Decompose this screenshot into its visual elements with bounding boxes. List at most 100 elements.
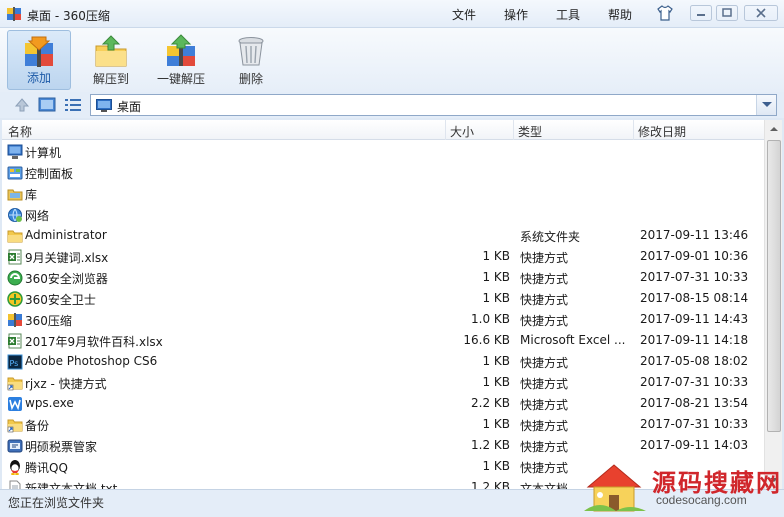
file-date: 2017-08-15 08:14 [640,291,749,305]
file-date: 2017-07-31 10:33 [640,417,749,431]
column-type[interactable]: 类型 [518,123,542,140]
table-row[interactable]: 2017年9月软件百科.xlsx 16.6 KB Microsoft Excel .… [2,330,764,351]
table-row[interactable]: 计算机 [2,141,764,162]
delete-label: 删除 [238,72,263,86]
browser-icon [7,270,23,286]
file-name: 9月关键词.xlsx [25,251,109,265]
title-bar: 桌面 - 360压缩 文件 操作 工具 帮助 [0,0,784,28]
file-type: 快捷方式 [520,293,569,307]
file-size: 1 KB [482,417,510,431]
file-name: 新建文本文档.txt [25,482,118,489]
column-name[interactable]: 名称 [8,123,32,140]
menu-file[interactable]: 文件 [452,6,476,23]
table-row[interactable]: 明硕税票管家 1.2 KB 快捷方式 2017-09-11 14:03 [2,435,764,456]
menu-tools[interactable]: 工具 [556,6,580,23]
trash-icon [238,37,264,66]
maximize-button[interactable] [716,5,738,21]
file-size: 1 KB [482,249,510,263]
file-name: 2017年9月软件百科.xlsx [25,335,163,349]
extract-to-button[interactable]: 解压到 [79,30,143,90]
file-date: 2017-09-11 14:18 [640,333,749,347]
table-row[interactable]: 库 [2,183,764,204]
network-icon [8,208,22,222]
column-size[interactable]: 大小 [450,123,474,140]
file-size: 1 KB [482,270,510,284]
chevron-down-icon [762,102,772,107]
table-row[interactable]: Administrator 系统文件夹 2017-09-11 13:46 [2,225,764,246]
table-row[interactable]: 网络 [2,204,764,225]
column-divider[interactable] [633,120,634,140]
table-row[interactable]: rjxz - 快捷方式 1 KB 快捷方式 2017-07-31 10:33 [2,372,764,393]
file-list: 名称 大小 类型 修改日期 计算机控制面板库网络 Administrator 系统文… [2,120,782,489]
add-archive-icon [25,36,53,67]
column-divider[interactable] [445,120,446,140]
file-name: 库 [25,188,38,202]
table-row[interactable]: 360安全卫士 1 KB 快捷方式 2017-08-15 08:14 [2,288,764,309]
file-type: 快捷方式 [520,272,569,286]
file-name: 360压缩 [25,314,72,328]
file-name: Administrator [25,228,107,242]
library-icon [7,189,23,201]
table-row[interactable]: 备份 1 KB 快捷方式 2017-07-31 10:33 [2,414,764,435]
security-guard-icon [7,291,23,307]
add-button[interactable]: 添加 [7,30,71,90]
skin-shirt-icon[interactable] [656,5,674,21]
menu-help[interactable]: 帮助 [608,6,632,23]
file-size: 2.2 KB [471,396,510,410]
table-row[interactable]: 360安全浏览器 1 KB 快捷方式 2017-07-31 10:33 [2,267,764,288]
file-size: 1 KB [482,291,510,305]
minimize-button[interactable] [690,5,712,21]
window-title: 桌面 - 360压缩 [27,9,110,23]
file-type: 快捷方式 [520,356,569,370]
file-date: 2017-07-31 10:33 [640,375,749,389]
file-date: 2017-05-08 18:02 [640,354,749,368]
archive-app-icon [8,313,22,327]
address-bar[interactable]: 桌面 [90,94,777,116]
folder-icon [7,230,23,243]
archive-app-icon [7,7,21,21]
address-path: 桌面 [117,100,142,114]
file-name: Adobe Photoshop CS6 [25,354,158,368]
table-row[interactable]: Ps Adobe Photoshop CS6 1 KB 快捷方式 2017-05-08 … [2,351,764,372]
list-view-icon[interactable] [64,97,82,113]
vertical-scrollbar[interactable] [764,120,782,489]
address-dropdown-button[interactable] [756,95,776,115]
scroll-up-button[interactable] [766,121,782,138]
one-click-extract-icon [167,34,195,66]
table-row[interactable]: 9月关键词.xlsx 1 KB 快捷方式 2017-09-01 10:36 [2,246,764,267]
excel-icon [8,249,22,265]
menu-operate[interactable]: 操作 [504,6,528,23]
file-type: Microsoft Excel ... [520,333,626,347]
toolbar: 添加 解压到 一键解压 删除 [0,28,784,92]
scroll-thumb[interactable] [767,140,781,432]
tax-app-icon [7,439,23,453]
file-name: 计算机 [25,146,62,160]
file-name: 明硕税票管家 [25,440,98,454]
file-size: 1.2 KB [471,480,510,489]
navigation-bar: 桌面 [0,92,784,118]
column-date[interactable]: 修改日期 [638,123,686,140]
table-row[interactable]: wps.exe 2.2 KB 快捷方式 2017-08-21 13:54 [2,393,764,414]
large-icon-view-icon[interactable] [38,97,56,113]
file-type: 快捷方式 [520,314,569,328]
up-arrow-icon[interactable] [14,97,30,113]
file-date: 2017-09-01 10:36 [640,249,749,263]
one-click-extract-button[interactable]: 一键解压 [149,30,213,90]
close-button[interactable] [744,5,778,21]
add-label: 添加 [26,71,51,85]
table-row[interactable]: 360压缩 1.0 KB 快捷方式 2017-09-11 14:43 [2,309,764,330]
extract-to-label: 解压到 [92,72,129,86]
control-panel-icon [7,166,23,180]
watermark-house-icon [584,464,646,512]
delete-button[interactable]: 删除 [219,30,283,90]
file-name: rjxz - 快捷方式 [25,377,107,391]
file-size: 1 KB [482,375,510,389]
file-type: 快捷方式 [520,419,569,433]
scroll-up-arrow-icon [770,127,778,131]
file-type: 系统文件夹 [520,230,581,244]
file-date: 2017-08-21 13:54 [640,396,749,410]
column-divider[interactable] [513,120,514,140]
table-row[interactable]: 控制面板 [2,162,764,183]
one-click-extract-label: 一键解压 [156,72,205,86]
file-type: 快捷方式 [520,440,569,454]
